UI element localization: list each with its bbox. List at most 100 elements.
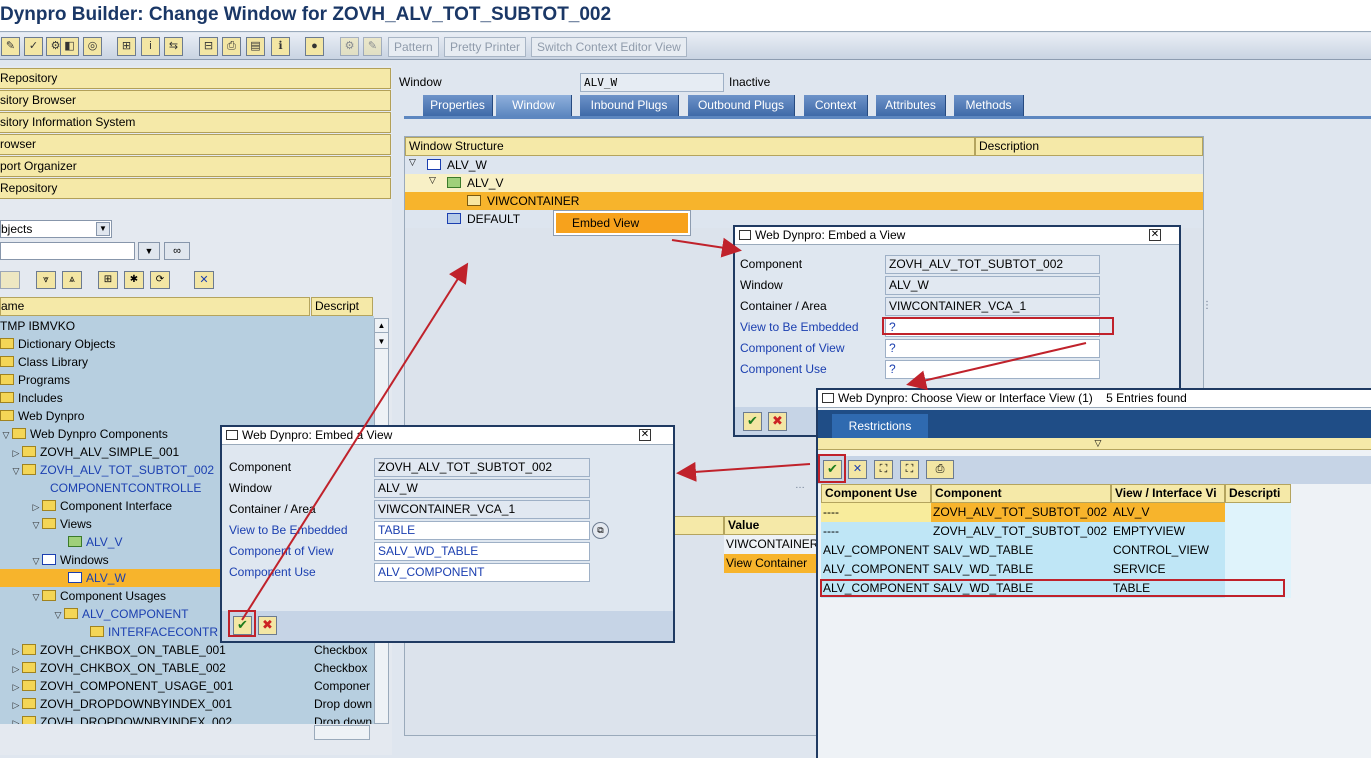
triangle-right-icon[interactable]: ▷ [10, 696, 22, 714]
where-used-icon[interactable]: ◎ [83, 37, 102, 56]
restrictions-collapse-bar[interactable]: ▽ [818, 438, 1371, 450]
tree-horizontal-scrollbar[interactable] [314, 725, 370, 740]
component-use-input[interactable]: ALV_COMPONENT [374, 563, 590, 582]
structure-row[interactable]: ▽ ALV_V [405, 174, 1203, 192]
table-row[interactable]: ALV_COMPONENT SALV_WD_TABLE SERVICE [821, 560, 1291, 579]
triangle-right-icon[interactable]: ▷ [10, 678, 22, 696]
tree-item[interactable]: ▽ ALV_COMPONENT [52, 605, 189, 624]
triangle-down-icon[interactable]: ▽ [429, 175, 436, 186]
triangle-right-icon[interactable]: ▷ [10, 714, 22, 724]
tab-window[interactable]: Window [496, 95, 572, 116]
triangle-right-icon[interactable]: ▷ [30, 498, 42, 516]
tab-outbound-plugs[interactable]: Outbound Plugs [688, 95, 795, 116]
close-icon[interactable]: ✕ [848, 460, 867, 479]
scroll-up-icon[interactable]: ▲ [375, 319, 388, 333]
pretty-printer-button[interactable]: Pretty Printer [444, 37, 527, 57]
prop-value-cell[interactable]: VIWCONTAINER [724, 535, 818, 554]
tree-item[interactable]: Class Library [0, 353, 88, 371]
triangle-down-icon[interactable]: ▽ [52, 606, 64, 624]
navigation-icon[interactable]: ⇆ [164, 37, 183, 56]
switch-context-editor-button[interactable]: Switch Context Editor View [531, 37, 687, 57]
find-next-icon[interactable]: ⛶ [900, 460, 919, 479]
tab-inbound-plugs[interactable]: Inbound Plugs [580, 95, 679, 116]
close-icon[interactable]: ✕ [1149, 229, 1161, 241]
triangle-down-icon[interactable]: ▽ [409, 157, 416, 168]
tree-item[interactable]: INTERFACECONTR [90, 623, 218, 641]
prop-col-value[interactable]: Value [724, 516, 818, 535]
col-component[interactable]: Component [931, 484, 1111, 503]
triangle-right-icon[interactable]: ▷ [10, 642, 22, 660]
tree-item[interactable]: COMPONENTCONTROLLE [50, 479, 201, 497]
layout-icon[interactable]: ▤ [246, 37, 265, 56]
chevron-down-icon[interactable]: ▼ [138, 242, 160, 260]
cancel-x-icon[interactable]: ✖ [768, 412, 787, 431]
col-description[interactable]: Descripti [1225, 484, 1291, 503]
nav-transport-organizer[interactable]: port Organizer [0, 156, 391, 177]
cancel-x-icon[interactable]: ✖ [258, 616, 277, 635]
confirm-check-icon[interactable]: ✔ [743, 412, 762, 431]
tab-restrictions[interactable]: Restrictions [832, 414, 928, 438]
tree-item[interactable]: ▽ Views [30, 515, 92, 533]
triangle-right-icon[interactable]: ▷ [10, 444, 22, 462]
col-window-structure[interactable]: Window Structure [405, 137, 975, 156]
check-icon[interactable]: ✓ [24, 37, 43, 56]
triangle-down-icon[interactable]: ▽ [30, 552, 42, 570]
tab-attributes[interactable]: Attributes [876, 95, 946, 116]
tab-context[interactable]: Context [804, 95, 868, 116]
test-icon[interactable]: ◧ [60, 37, 79, 56]
tree-item[interactable]: Includes [0, 389, 63, 407]
tree-item[interactable]: ▷ ZOVH_ALV_SIMPLE_001 [10, 443, 180, 462]
tree-item[interactable]: ▽ ZOVH_ALV_TOT_SUBTOT_002 [10, 461, 215, 479]
display-glasses-icon[interactable]: ∞ [164, 242, 190, 260]
nav-browser[interactable]: rowser [0, 134, 391, 155]
col-description[interactable]: Description [975, 137, 1203, 156]
tree-item[interactable]: TMP IBMVKO [0, 317, 75, 335]
chevron-down-icon[interactable]: ▼ [96, 222, 110, 236]
tree-item[interactable]: Dictionary Objects [0, 335, 115, 353]
prop-value-cell[interactable]: View Container [724, 554, 818, 573]
breakpoint-icon[interactable]: ● [305, 37, 324, 56]
triangle-down-icon[interactable]: ▽ [1095, 438, 1102, 448]
documentation-icon[interactable]: ℹ [271, 37, 290, 56]
triangle-right-icon[interactable]: ▷ [10, 660, 22, 678]
tree-item[interactable]: ALV_V [68, 533, 122, 551]
tree-item[interactable]: ▷ ZOVH_CHKBOX_ON_TABLE_001 [10, 641, 226, 659]
table-row[interactable]: ---- ZOVH_ALV_TOT_SUBTOT_002 EMPTYVIEW [821, 522, 1291, 541]
tree-header-name[interactable]: ame [0, 297, 310, 316]
tree-item[interactable]: ▷ ZOVH_CHKBOX_ON_TABLE_002 [10, 659, 226, 677]
tree-icon[interactable]: ⊞ [98, 271, 118, 289]
view-to-embed-input[interactable]: TABLE [374, 521, 590, 540]
triangle-down-icon[interactable]: ▽ [30, 588, 42, 606]
expand-down-icon[interactable]: ⩔ [36, 271, 56, 289]
table-row[interactable]: ALV_COMPONENT SALV_WD_TABLE CONTROL_VIEW [821, 541, 1291, 560]
context-menu-embed-view[interactable]: Embed View [556, 213, 688, 233]
collapse-up-icon[interactable]: ⩓ [62, 271, 82, 289]
object-name-input[interactable] [0, 242, 135, 260]
splitter-handle[interactable]: … [795, 480, 805, 491]
value-help-icon[interactable]: ⧉ [592, 522, 609, 539]
tree-header-desc[interactable]: Descript [311, 297, 373, 316]
triangle-down-icon[interactable]: ▽ [30, 516, 42, 534]
print-icon[interactable]: ⎙ [926, 460, 954, 479]
tree-item[interactable]: ▷ Component Interface [30, 497, 173, 516]
component-of-view-input[interactable]: SALV_WD_TABLE [374, 542, 590, 561]
print-icon[interactable]: ⎙ [222, 37, 241, 56]
nav-mime-repository[interactable]: Repository [0, 178, 391, 199]
tree-item[interactable]: ▷ ZOVH_DROPDOWNBYINDEX_001 [10, 695, 233, 714]
tree-item[interactable]: ▷ ZOVH_COMPONENT_USAGE_001 [10, 677, 234, 696]
tree-item[interactable]: ▷ ZOVH_DROPDOWNBYINDEX_002 [10, 713, 232, 724]
tab-methods[interactable]: Methods [954, 95, 1024, 116]
structure-row-selected[interactable]: VIWCONTAINER [405, 192, 1203, 210]
close-icon[interactable]: ✕ [194, 271, 214, 289]
nav-repository-browser[interactable]: sitory Browser [0, 90, 391, 111]
splitter-handle[interactable]: ⋮ [1202, 300, 1212, 311]
tree-item-selected[interactable]: ALV_W [0, 569, 222, 587]
nav-repository-info-system[interactable]: sitory Information System [0, 112, 391, 133]
display-change-icon[interactable]: ✎ [1, 37, 20, 56]
tab-properties[interactable]: Properties [423, 95, 493, 116]
nav-repository[interactable]: Repository [0, 68, 391, 89]
col-component-use[interactable]: Component Use [821, 484, 931, 503]
component-use-input[interactable]: ? [885, 360, 1100, 379]
settings-icon[interactable]: ✱ [124, 271, 144, 289]
find-binoculars-icon[interactable]: ⛶ [874, 460, 893, 479]
